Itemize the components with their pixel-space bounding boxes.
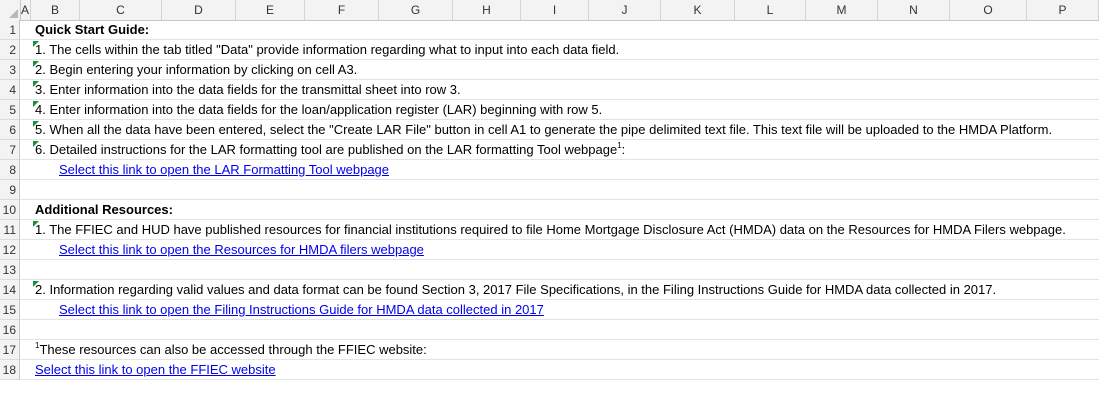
instruction-text: 1. The FFIEC and HUD have published reso… bbox=[35, 222, 1066, 237]
instruction-text: 6. Detailed instructions for the LAR for… bbox=[35, 142, 618, 157]
column-header-n[interactable]: N bbox=[878, 0, 950, 20]
column-header-k[interactable]: K bbox=[661, 0, 735, 20]
row-header-17[interactable]: 17 bbox=[0, 340, 20, 360]
row-header-3[interactable]: 3 bbox=[0, 60, 20, 80]
instruction-text: 1. The cells within the tab titled "Data… bbox=[35, 42, 620, 57]
column-header-b[interactable]: B bbox=[31, 0, 80, 20]
instruction-text: 5. When all the data have been entered, … bbox=[35, 122, 1053, 137]
column-header-j[interactable]: J bbox=[589, 0, 661, 20]
cell-a4[interactable]: 3. Enter information into the data field… bbox=[35, 80, 461, 100]
hyperlink[interactable]: Select this link to open the Resources f… bbox=[59, 242, 424, 257]
instruction-text: These resources can also be accessed thr… bbox=[39, 342, 427, 357]
column-header-e[interactable]: E bbox=[236, 0, 305, 20]
row-header-10[interactable]: 10 bbox=[0, 200, 20, 220]
instruction-text: 2. Begin entering your information by cl… bbox=[35, 62, 358, 77]
cell-a11[interactable]: 1. The FFIEC and HUD have published reso… bbox=[35, 220, 1066, 240]
text-suffix: : bbox=[621, 142, 626, 157]
column-header-m[interactable]: M bbox=[806, 0, 878, 20]
cell-a2[interactable]: 1. The cells within the tab titled "Data… bbox=[35, 40, 619, 60]
row-header-1[interactable]: 1 bbox=[0, 20, 20, 40]
row-header-11[interactable]: 11 bbox=[0, 220, 20, 240]
select-all-corner[interactable] bbox=[0, 0, 21, 20]
cell-a7[interactable]: 6. Detailed instructions for the LAR for… bbox=[35, 140, 625, 160]
row-header-16[interactable]: 16 bbox=[0, 320, 20, 340]
row-header-18[interactable]: 18 bbox=[0, 360, 20, 380]
cell-a5[interactable]: 4. Enter information into the data field… bbox=[35, 100, 602, 120]
column-header-i[interactable]: I bbox=[521, 0, 589, 20]
hyperlink[interactable]: Select this link to open the FFIEC websi… bbox=[35, 362, 276, 377]
row-header-5[interactable]: 5 bbox=[0, 100, 20, 120]
row-header-8[interactable]: 8 bbox=[0, 160, 20, 180]
column-header-h[interactable]: H bbox=[453, 0, 521, 20]
cell-a18[interactable]: Select this link to open the FFIEC websi… bbox=[35, 360, 276, 380]
spreadsheet[interactable]: ABCDEFGHIJKLMNOP 1 Quick Start Guide: 2 1. … bbox=[0, 0, 1099, 398]
instruction-text: 4. Enter information into the data field… bbox=[35, 102, 603, 117]
column-header-p[interactable]: P bbox=[1027, 0, 1099, 20]
row-header-9[interactable]: 9 bbox=[0, 180, 20, 200]
section-heading: Additional Resources: bbox=[35, 202, 173, 217]
cell-a6[interactable]: 5. When all the data have been entered, … bbox=[35, 120, 1052, 140]
row-header-12[interactable]: 12 bbox=[0, 240, 20, 260]
section-heading: Quick Start Guide: bbox=[35, 22, 150, 37]
cell-b8[interactable]: Select this link to open the LAR Formatt… bbox=[59, 160, 389, 180]
column-header-c[interactable]: C bbox=[80, 0, 162, 20]
column-header-o[interactable]: O bbox=[950, 0, 1027, 20]
column-header-g[interactable]: G bbox=[379, 0, 453, 20]
column-header-d[interactable]: D bbox=[162, 0, 236, 20]
row-header-6[interactable]: 6 bbox=[0, 120, 20, 140]
row-header-13[interactable]: 13 bbox=[0, 260, 20, 280]
row-gridline bbox=[20, 199, 1099, 200]
instruction-text: 2. Information regarding valid values an… bbox=[35, 282, 997, 297]
row-header-14[interactable]: 14 bbox=[0, 280, 20, 300]
instruction-text: 3. Enter information into the data field… bbox=[35, 82, 461, 97]
cell-a17[interactable]: 1These resources can also be accessed th… bbox=[35, 340, 427, 360]
cell-a10[interactable]: Additional Resources: bbox=[35, 200, 173, 220]
row-header-15[interactable]: 15 bbox=[0, 300, 20, 320]
cell-b12[interactable]: Select this link to open the Resources f… bbox=[59, 240, 424, 260]
column-header-l[interactable]: L bbox=[735, 0, 806, 20]
hyperlink[interactable]: Select this link to open the LAR Formatt… bbox=[59, 162, 389, 177]
row-header-2[interactable]: 2 bbox=[0, 40, 20, 60]
cell-b15[interactable]: Select this link to open the Filing Inst… bbox=[59, 300, 544, 320]
hyperlink[interactable]: Select this link to open the Filing Inst… bbox=[59, 302, 544, 317]
row-header-4[interactable]: 4 bbox=[0, 80, 20, 100]
cell-a1[interactable]: Quick Start Guide: bbox=[35, 20, 149, 40]
column-header-f[interactable]: F bbox=[305, 0, 379, 20]
row-header-7[interactable]: 7 bbox=[0, 140, 20, 160]
cell-a3[interactable]: 2. Begin entering your information by cl… bbox=[35, 60, 357, 80]
column-header-a[interactable]: A bbox=[20, 0, 31, 20]
cell-a14[interactable]: 2. Information regarding valid values an… bbox=[35, 280, 996, 300]
